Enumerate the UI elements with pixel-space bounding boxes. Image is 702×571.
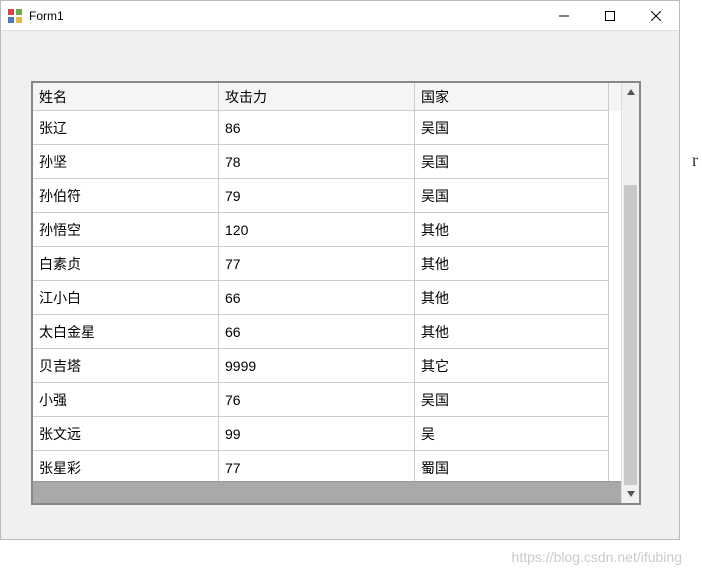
vertical-scrollbar[interactable]: [621, 83, 639, 503]
cell-country[interactable]: 其他: [415, 213, 609, 247]
scroll-thumb[interactable]: [624, 185, 637, 485]
table-row[interactable]: 张文远99吴: [33, 417, 621, 451]
cell-name[interactable]: 江小白: [33, 281, 219, 315]
cell-country[interactable]: 蜀国: [415, 451, 609, 481]
cell-name[interactable]: 孙悟空: [33, 213, 219, 247]
stray-cursor-char: r: [692, 150, 698, 171]
cell-country[interactable]: 吴国: [415, 179, 609, 213]
column-header-attack[interactable]: 攻击力: [219, 83, 415, 111]
table-row[interactable]: 白素贞77其他: [33, 247, 621, 281]
cell-attack[interactable]: 77: [219, 247, 415, 281]
app-icon: [7, 8, 23, 24]
watermark-text: https://blog.csdn.net/ifubing: [512, 549, 682, 565]
grid-body: 张辽86吴国孙坚78吴国孙伯符79吴国孙悟空120其他白素贞77其他江小白66其…: [33, 111, 621, 481]
grid-main: 姓名 攻击力 国家 张辽86吴国孙坚78吴国孙伯符79吴国孙悟空120其他白素贞…: [33, 83, 621, 503]
table-row[interactable]: 贝吉塔9999其它: [33, 349, 621, 383]
cell-country[interactable]: 其它: [415, 349, 609, 383]
table-row[interactable]: 张辽86吴国: [33, 111, 621, 145]
cell-name[interactable]: 张文远: [33, 417, 219, 451]
cell-attack[interactable]: 79: [219, 179, 415, 213]
cell-attack[interactable]: 120: [219, 213, 415, 247]
scroll-down-button[interactable]: [622, 485, 639, 503]
column-header-name[interactable]: 姓名: [33, 83, 219, 111]
cell-attack[interactable]: 78: [219, 145, 415, 179]
table-row[interactable]: 孙悟空120其他: [33, 213, 621, 247]
cell-attack[interactable]: 86: [219, 111, 415, 145]
cell-name[interactable]: 孙坚: [33, 145, 219, 179]
minimize-button[interactable]: [541, 1, 587, 30]
data-grid[interactable]: 姓名 攻击力 国家 张辽86吴国孙坚78吴国孙伯符79吴国孙悟空120其他白素贞…: [31, 81, 641, 505]
cell-name[interactable]: 张星彩: [33, 451, 219, 481]
client-area: 姓名 攻击力 国家 张辽86吴国孙坚78吴国孙伯符79吴国孙悟空120其他白素贞…: [1, 31, 679, 539]
table-row[interactable]: 张星彩77蜀国: [33, 451, 621, 481]
cell-attack[interactable]: 9999: [219, 349, 415, 383]
cell-name[interactable]: 太白金星: [33, 315, 219, 349]
scroll-track[interactable]: [622, 101, 639, 485]
cell-name[interactable]: 贝吉塔: [33, 349, 219, 383]
table-row[interactable]: 江小白66其他: [33, 281, 621, 315]
cell-country[interactable]: 吴国: [415, 111, 609, 145]
table-row[interactable]: 孙坚78吴国: [33, 145, 621, 179]
cell-name[interactable]: 白素贞: [33, 247, 219, 281]
cell-country[interactable]: 其他: [415, 247, 609, 281]
cell-country[interactable]: 吴: [415, 417, 609, 451]
column-header-country[interactable]: 国家: [415, 83, 609, 111]
cell-country[interactable]: 其他: [415, 281, 609, 315]
cell-name[interactable]: 张辽: [33, 111, 219, 145]
cell-country[interactable]: 吴国: [415, 383, 609, 417]
table-row[interactable]: 小强76吴国: [33, 383, 621, 417]
close-button[interactable]: [633, 1, 679, 30]
scroll-up-button[interactable]: [622, 83, 639, 101]
cell-attack[interactable]: 76: [219, 383, 415, 417]
maximize-button[interactable]: [587, 1, 633, 30]
cell-attack[interactable]: 66: [219, 315, 415, 349]
table-row[interactable]: 太白金星66其他: [33, 315, 621, 349]
form-window: Form1 姓名 攻击力 国家 张辽86吴国孙坚78吴国孙伯符79吴国孙悟空12…: [0, 0, 680, 540]
window-controls: [541, 1, 679, 30]
cell-name[interactable]: 小强: [33, 383, 219, 417]
cell-attack[interactable]: 77: [219, 451, 415, 481]
titlebar[interactable]: Form1: [1, 1, 679, 31]
grid-header-row: 姓名 攻击力 国家: [33, 83, 621, 111]
cell-country[interactable]: 吴国: [415, 145, 609, 179]
window-title: Form1: [29, 9, 541, 23]
cell-name[interactable]: 孙伯符: [33, 179, 219, 213]
table-row[interactable]: 孙伯符79吴国: [33, 179, 621, 213]
cell-country[interactable]: 其他: [415, 315, 609, 349]
grid-new-row[interactable]: [33, 481, 621, 503]
cell-attack[interactable]: 99: [219, 417, 415, 451]
cell-attack[interactable]: 66: [219, 281, 415, 315]
